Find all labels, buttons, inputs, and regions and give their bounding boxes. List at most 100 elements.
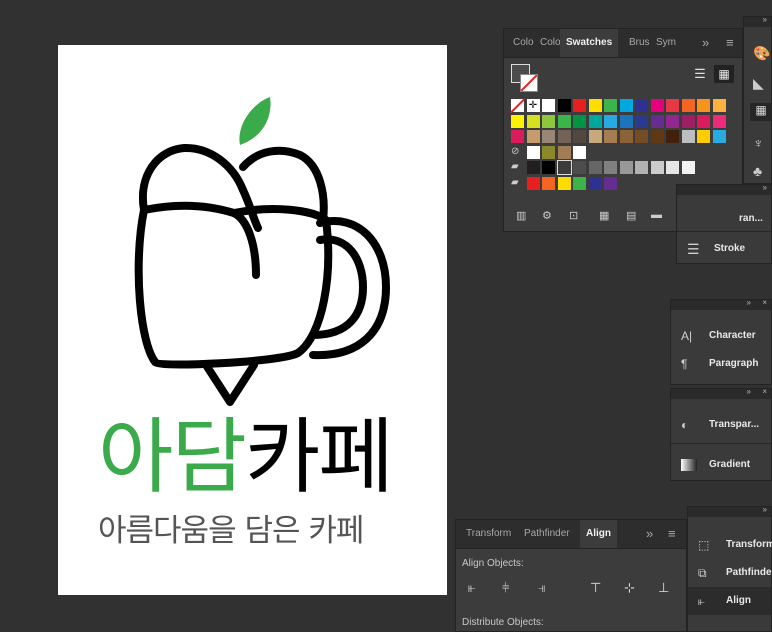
gradient-item[interactable]: Gradient (671, 451, 771, 479)
club-symbol-icon[interactable]: ♣ (753, 163, 762, 179)
swatch-cell[interactable] (588, 99, 602, 112)
swatch-cell[interactable] (604, 176, 617, 190)
swatch-cell[interactable] (573, 130, 586, 143)
align-right-icon[interactable]: ⫣ (538, 580, 546, 596)
swatch-cell[interactable] (619, 130, 633, 143)
new-group-icon[interactable]: ▬ (651, 209, 662, 221)
transform-item[interactable]: ⬚ Transform (688, 531, 772, 559)
transform-partial-label[interactable]: ran... (739, 213, 763, 224)
swatch-cell[interactable] (666, 99, 679, 112)
swatch-cell[interactable] (604, 114, 617, 128)
tab-align[interactable]: Align (580, 520, 617, 548)
tab-pathfinder[interactable]: Pathfinder (524, 520, 570, 548)
swatch-cell[interactable] (510, 98, 525, 114)
swatch-cell[interactable] (542, 99, 555, 112)
swatch-cell[interactable] (650, 161, 664, 174)
swatch-cell[interactable] (526, 114, 540, 128)
palette-icon[interactable]: 🎨 (753, 45, 770, 62)
swatch-cell[interactable] (573, 99, 586, 112)
swatch-cell[interactable] (619, 114, 633, 128)
swatch-cell[interactable] (681, 130, 695, 143)
character-item[interactable]: A| Character (671, 322, 771, 350)
pathfinder-item[interactable]: ⧉ Pathfinder (688, 559, 772, 587)
swatch-cell[interactable] (557, 99, 571, 112)
swatch-cell[interactable] (697, 114, 710, 128)
swatch-grid-icon[interactable]: ▦ (750, 103, 772, 121)
swatch-cell[interactable] (542, 114, 555, 128)
tab-color[interactable]: Colo (513, 29, 535, 57)
swatch-cell[interactable] (573, 161, 586, 174)
swatch-cell[interactable] (573, 145, 586, 159)
swatch-cell[interactable] (588, 114, 602, 128)
swatch-cell[interactable] (588, 130, 602, 143)
swatch-cell[interactable] (697, 130, 710, 143)
swatch-cell[interactable] (604, 161, 617, 174)
swatch-cell[interactable] (542, 176, 555, 190)
gradient-shape-icon[interactable]: ◣ (753, 75, 764, 92)
paragraph-item[interactable]: ¶ Paragraph (671, 350, 771, 378)
artboard[interactable]: 아담카페 아름다움을 담은 카페 (58, 45, 447, 595)
place-swatch-icon[interactable]: ⊡ (569, 209, 578, 222)
swatch-cell[interactable] (557, 114, 571, 128)
stroke-label[interactable]: Stroke (714, 243, 745, 254)
swatch-cell[interactable] (697, 99, 710, 112)
align-left-icon[interactable]: ⫦ (468, 580, 475, 596)
swatch-cell[interactable] (666, 114, 679, 128)
panel-expand-icon[interactable]: » (646, 520, 653, 548)
align-bottom-icon[interactable]: ⊥ (658, 580, 669, 596)
swatch-cell[interactable] (712, 130, 726, 143)
transparency-item[interactable]: ◐ Transpar... (671, 411, 771, 439)
color-group-icon[interactable]: ▦ (599, 209, 609, 222)
tab-color-guide[interactable]: Colo (540, 29, 562, 57)
align-item[interactable]: ⫦ Align (688, 587, 771, 615)
swatch-cell[interactable] (542, 145, 555, 159)
swatch-kind-icon[interactable]: ⚙ (542, 209, 552, 222)
swatch-cell[interactable] (650, 99, 664, 112)
swatch-cell[interactable]: ✛ (526, 99, 540, 112)
swatch-cell[interactable] (666, 161, 679, 174)
brush-icon[interactable]: ♆ (753, 135, 764, 151)
swatch-cell[interactable] (712, 99, 726, 112)
tab-brushes[interactable]: Brus (629, 29, 651, 57)
swatch-options-icon[interactable]: ▤ (626, 209, 636, 222)
swatch-cell[interactable] (526, 161, 540, 174)
swatch-cell[interactable] (542, 130, 555, 143)
swatch-cell[interactable] (619, 99, 633, 112)
tab-symbols[interactable]: Sym (656, 29, 678, 57)
swatch-cell[interactable] (635, 99, 648, 112)
swatch-cell[interactable] (604, 130, 617, 143)
swatch-cell[interactable] (681, 99, 695, 112)
swatch-cell[interactable] (526, 130, 540, 143)
swatch-cell[interactable] (573, 176, 586, 190)
swatch-cell[interactable] (635, 161, 648, 174)
tab-swatches[interactable]: Swatches (560, 29, 619, 57)
panel-menu-icon[interactable]: ≡ (726, 29, 734, 57)
swatch-cell[interactable] (666, 130, 679, 143)
swatch-cell[interactable] (635, 114, 648, 128)
swatch-cell[interactable] (526, 176, 540, 190)
swatch-cell[interactable] (681, 161, 695, 174)
align-hcenter-icon[interactable]: ⫩ (502, 580, 509, 596)
swatch-cell[interactable] (650, 130, 664, 143)
swatch-cell[interactable] (573, 114, 586, 128)
swatch-folder-icon[interactable]: ▰ (511, 177, 524, 190)
stroke-icon[interactable]: ☰ (687, 241, 703, 258)
swatch-cell[interactable] (557, 145, 571, 159)
pattern-folder-icon[interactable]: ⊘ (511, 146, 524, 159)
swatch-cell[interactable] (557, 176, 571, 190)
align-vcenter-icon[interactable]: ⊹ (624, 580, 635, 596)
swatch-cell[interactable] (681, 114, 695, 128)
swatch-cell[interactable] (635, 130, 648, 143)
swatch-libraries-icon[interactable]: ▥ (516, 209, 526, 222)
grid-view-icon[interactable]: ▦ (714, 65, 734, 83)
swatch-folder-icon[interactable]: ▰ (511, 161, 524, 174)
swatch-cell[interactable] (619, 161, 633, 174)
swatch-cell[interactable] (604, 99, 617, 112)
swatch-cell[interactable] (526, 145, 540, 159)
swatch-cell[interactable] (588, 176, 602, 190)
tab-transform[interactable]: Transform (466, 520, 511, 548)
swatch-cell[interactable] (557, 130, 571, 143)
panel-expand-icon[interactable]: » (702, 29, 709, 57)
stroke-none-swatch[interactable] (520, 74, 538, 92)
list-view-icon[interactable]: ☰ (690, 65, 710, 83)
